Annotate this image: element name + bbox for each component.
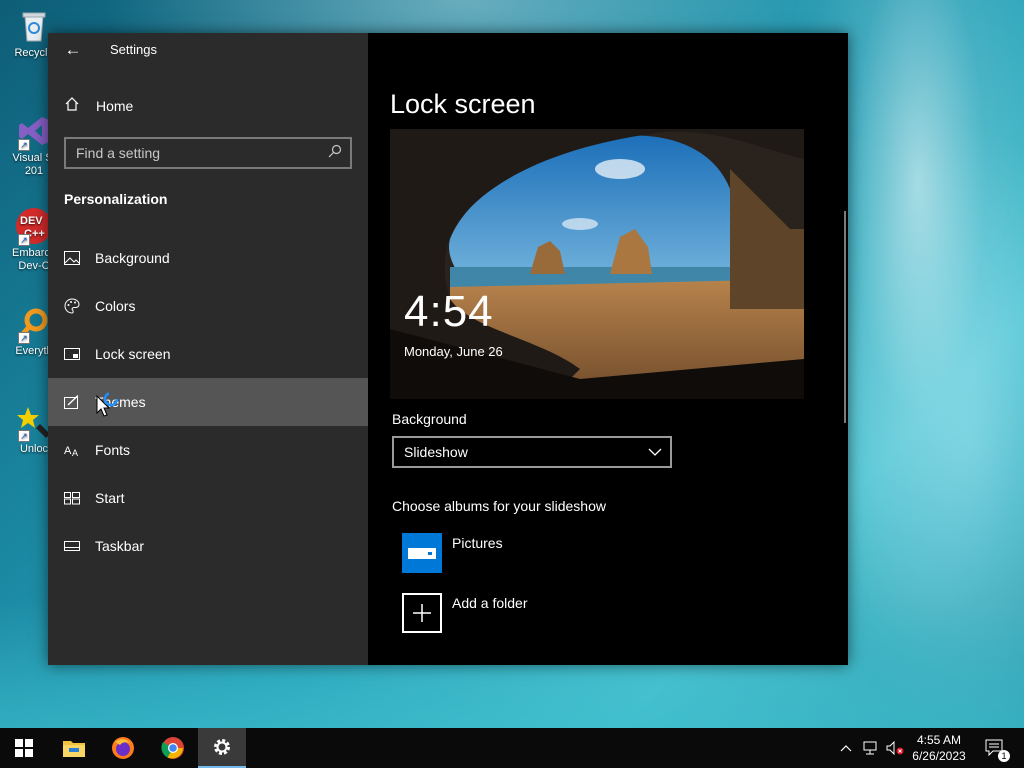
taskbar-file-explorer[interactable]	[50, 728, 98, 768]
background-dropdown[interactable]: Slideshow	[392, 436, 672, 468]
sidebar-item-start[interactable]: Start	[48, 474, 368, 522]
sidebar-item-label: Background	[95, 250, 170, 266]
visual-studio-icon: ↗	[16, 113, 52, 151]
lock-screen-time: 4:54	[404, 287, 494, 336]
sidebar-item-background[interactable]: Background	[48, 234, 368, 282]
picture-icon	[64, 250, 80, 266]
sidebar-item-taskbar[interactable]: Taskbar	[48, 522, 368, 570]
recycle-bin-icon	[16, 8, 52, 44]
nav-home[interactable]: Home	[64, 95, 133, 117]
search-input[interactable]: Find a setting	[64, 137, 352, 169]
background-dropdown-value: Slideshow	[404, 444, 468, 460]
window-title: Settings	[110, 42, 157, 57]
settings-nav-pane: ← Settings Home Find a setting Personali…	[48, 33, 368, 665]
clock-date: 6/26/2023	[912, 749, 966, 763]
taskbar-firefox[interactable]	[99, 728, 147, 768]
palette-icon	[64, 298, 80, 314]
start-button[interactable]	[0, 728, 48, 768]
sidebar-item-label: Fonts	[95, 442, 131, 458]
svg-text:A: A	[72, 448, 78, 457]
shortcut-arrow-icon: ↗	[18, 332, 30, 344]
add-folder-button[interactable]: Add a folder	[402, 593, 702, 633]
file-explorer-icon	[63, 741, 85, 757]
start-icon	[64, 490, 80, 506]
busy-spinner-icon	[103, 391, 119, 407]
chevron-up-icon	[840, 745, 852, 752]
home-icon	[64, 96, 80, 117]
chrome-icon	[161, 737, 184, 759]
volume-status[interactable]	[884, 728, 906, 768]
everything-search-icon: ↗	[16, 306, 52, 344]
add-folder-label: Add a folder	[452, 595, 528, 611]
firefox-icon	[112, 737, 134, 759]
clock-time: 4:55 AM	[916, 733, 962, 747]
notification-badge: 1	[998, 750, 1010, 762]
network-icon	[863, 741, 877, 755]
sidebar-item-fonts[interactable]: AA Fonts	[48, 426, 368, 474]
nav-home-label: Home	[96, 98, 134, 114]
background-label: Background	[392, 411, 467, 427]
fonts-icon: AA	[64, 442, 80, 458]
network-status[interactable]	[860, 728, 882, 768]
dev-cpp-icon: DEV C++ ↗	[16, 208, 52, 246]
sidebar-item-lock-screen[interactable]: Lock screen	[48, 330, 368, 378]
album-name: Pictures	[452, 535, 503, 551]
settings-icon	[214, 739, 230, 755]
settings-window: ← Settings Home Find a setting Personali…	[48, 33, 848, 665]
sidebar-item-label: Colors	[95, 298, 136, 314]
sidebar-item-label: Lock screen	[95, 346, 171, 362]
lock-screen-date: Monday, June 26	[404, 344, 503, 359]
themes-icon	[64, 394, 80, 410]
shortcut-arrow-icon: ↗	[18, 430, 30, 442]
svg-text:DEV: DEV	[20, 215, 43, 227]
volume-muted-icon	[886, 741, 904, 755]
action-center-button[interactable]: 1	[978, 728, 1012, 768]
taskbar-icon	[64, 538, 80, 554]
unlocker-icon: ↗	[16, 404, 52, 442]
section-title: Personalization	[64, 191, 168, 207]
back-button[interactable]: ←	[62, 39, 84, 61]
lock-screen-preview: 4:54 Monday, June 26	[390, 129, 804, 399]
search-placeholder: Find a setting	[76, 145, 161, 161]
folder-pictures-icon	[402, 533, 442, 573]
lock-screen-icon	[64, 346, 80, 362]
page-title: Lock screen	[390, 89, 536, 119]
sidebar-item-colors[interactable]: Colors	[48, 282, 368, 330]
shortcut-arrow-icon: ↗	[18, 139, 30, 151]
windows-start-icon	[15, 739, 33, 757]
shortcut-arrow-icon: ↗	[18, 234, 30, 246]
svg-text:A: A	[64, 445, 72, 457]
content-scrollbar[interactable]	[844, 211, 846, 423]
chevron-down-icon	[648, 448, 662, 456]
back-arrow-icon: ←	[64, 40, 82, 59]
taskbar-chrome[interactable]	[149, 728, 197, 768]
settings-content-pane: Lock screen 4:54 Monday, June 26 Backgro…	[368, 33, 848, 665]
sidebar-item-label: Start	[95, 490, 125, 506]
sidebar-item-label: Taskbar	[95, 538, 145, 554]
albums-label: Choose albums for your slideshow	[392, 498, 606, 514]
taskbar-settings[interactable]	[198, 728, 246, 768]
album-item-pictures[interactable]: Pictures	[402, 533, 702, 573]
taskbar-clock[interactable]: 4:55 AM 6/26/2023	[904, 732, 974, 764]
plus-icon	[402, 593, 442, 633]
taskbar: 4:55 AM 6/26/2023 1	[0, 728, 1024, 768]
search-icon[interactable]	[328, 144, 342, 158]
show-hidden-icons-button[interactable]	[836, 728, 856, 768]
